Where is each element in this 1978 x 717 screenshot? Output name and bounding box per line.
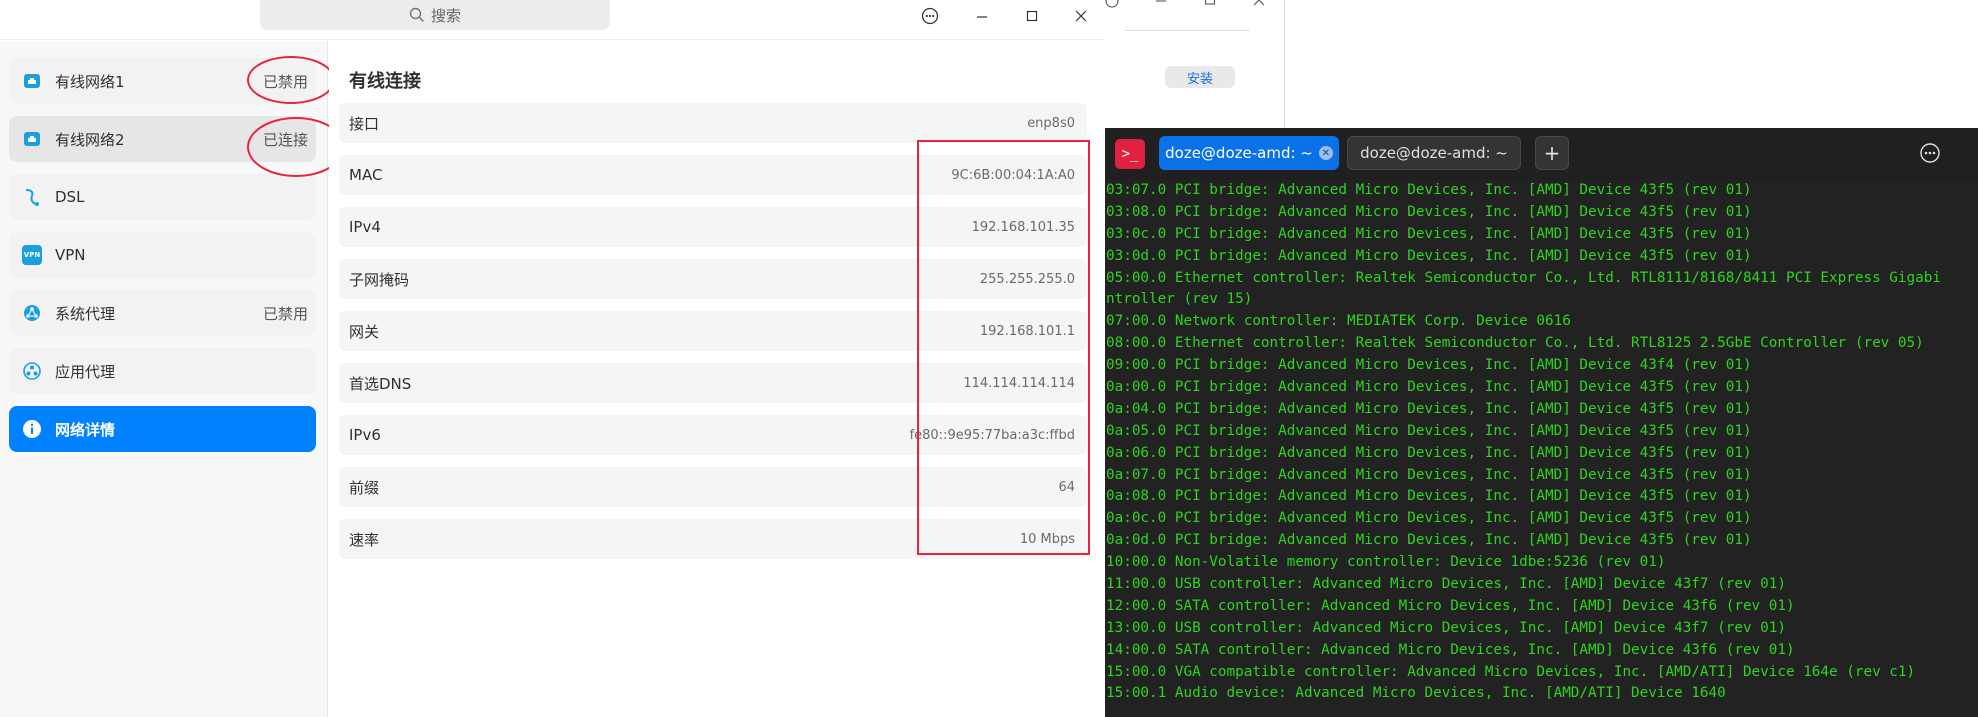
divider [1125, 30, 1250, 31]
terminal-line: 03:07.0 PCI bridge: Advanced Micro Devic… [1106, 182, 1752, 198]
terminal-line: ntroller (rev 15) [1106, 291, 1253, 308]
system-proxy-icon [21, 302, 43, 324]
search-placeholder: 搜索 [430, 6, 461, 25]
sidebar-item-label: 有线网络1 [55, 72, 125, 91]
maximize-icon [1026, 10, 1038, 22]
sidebar-item-network-details[interactable]: 网络详情 [9, 406, 316, 452]
sidebar-item-system-proxy[interactable]: 系统代理 已禁用 [9, 290, 316, 336]
detail-key: 接口 [349, 114, 380, 133]
terminal-tab[interactable]: doze@doze-amd: ~ [1347, 136, 1521, 170]
sidebar-item-label: DSL [55, 188, 85, 206]
terminal-line: 14:00.0 SATA controller: Advanced Micro … [1106, 641, 1795, 658]
search-box[interactable]: 搜索 [260, 0, 610, 30]
plus-icon: + [1543, 141, 1561, 165]
annotation-circle-disabled [247, 56, 335, 104]
minimize-icon[interactable] [1154, 0, 1168, 8]
terminal-app-icon: >_ [1115, 139, 1145, 169]
annotation-rectangle [917, 140, 1090, 555]
detail-key: IPv6 [349, 426, 381, 444]
sidebar-item-vpn[interactable]: VPN VPN [9, 232, 316, 278]
terminal-line: 15:00.1 Audio device: Advanced Micro Dev… [1106, 685, 1726, 702]
terminal-line: 0a:06.0 PCI bridge: Advanced Micro Devic… [1106, 444, 1752, 461]
sidebar-item-label: 网络详情 [55, 420, 116, 439]
terminal-line: 0a:0c.0 PCI bridge: Advanced Micro Devic… [1106, 510, 1752, 527]
detail-key: MAC [349, 166, 383, 184]
sidebar-item-label: 应用代理 [55, 362, 116, 381]
close-icon [1075, 10, 1087, 22]
detail-key: IPv4 [349, 218, 381, 236]
terminal-line: 10:00.0 Non-Volatile memory controller: … [1106, 554, 1666, 571]
terminal-line: 05:00.0 Ethernet controller: Realtek Sem… [1106, 269, 1941, 286]
minimize-icon [977, 16, 987, 18]
terminal-line: 15:00.0 VGA compatible controller: Advan… [1106, 663, 1916, 680]
terminal-line: 0a:00.0 PCI bridge: Advanced Micro Devic… [1106, 379, 1752, 396]
new-tab-button[interactable]: + [1535, 136, 1569, 170]
wired-network-icon [21, 128, 43, 150]
terminal-line: 0a:05.0 PCI bridge: Advanced Micro Devic… [1106, 422, 1752, 439]
close-button[interactable] [1066, 4, 1096, 28]
minimize-button[interactable] [967, 4, 997, 28]
sidebar-item-app-proxy[interactable]: 应用代理 [9, 348, 316, 394]
terminal-line: 03:0c.0 PCI bridge: Advanced Micro Devic… [1106, 225, 1752, 242]
network-settings-window: 搜索 有线网络1 已禁用 有线网络2 已连接 DSL VPN VPN 系统代理 … [0, 0, 1105, 717]
detail-key: 速率 [349, 530, 380, 549]
more-icon [921, 7, 939, 25]
tab-label: doze@doze-amd: ~ [1165, 144, 1313, 162]
dsl-icon [21, 186, 43, 208]
detail-key: 网关 [349, 322, 380, 341]
terminal-line: 0a:04.0 PCI bridge: Advanced Micro Devic… [1106, 400, 1752, 417]
terminal-tab-active[interactable]: doze@doze-amd: ~ ✕ [1159, 136, 1339, 170]
detail-row-interface: 接口 enp8s0 [339, 103, 1087, 143]
terminal-line: 03:0d.0 PCI bridge: Advanced Micro Devic… [1106, 247, 1752, 264]
terminal-line: 11:00.0 USB controller: Advanced Micro D… [1106, 576, 1786, 593]
sidebar-item-dsl[interactable]: DSL [9, 174, 316, 220]
tab-close-icon[interactable]: ✕ [1318, 146, 1333, 160]
sidebar-item-label: VPN [55, 246, 86, 264]
terminal-window[interactable]: >_ doze@doze-amd: ~ ✕ doze@doze-amd: ~ +… [1105, 128, 1978, 717]
titlebar: 搜索 [0, 0, 1105, 40]
page-title: 有线连接 [349, 71, 421, 92]
more-options-button[interactable] [915, 4, 945, 28]
search-icon [409, 7, 425, 23]
status-text: 已禁用 [262, 304, 308, 323]
terminal-line: 09:00.0 PCI bridge: Advanced Micro Devic… [1106, 357, 1752, 374]
info-icon [21, 418, 43, 440]
terminal-output: 03:07.0 PCI bridge: Advanced Micro Devic… [1106, 180, 1978, 705]
app-proxy-icon [21, 360, 43, 382]
detail-key: 首选DNS [349, 374, 412, 393]
terminal-line: 07:00.0 Network controller: MEDIATEK Cor… [1106, 313, 1571, 330]
wired-network-icon [21, 70, 43, 92]
background-window: 安装 [1105, 0, 1285, 128]
vpn-icon-badge: VPN [22, 245, 42, 265]
maximize-button[interactable] [1017, 4, 1047, 28]
vpn-icon: VPN [21, 244, 43, 266]
terminal-line: 0a:0d.0 PCI bridge: Advanced Micro Devic… [1106, 532, 1752, 549]
install-button[interactable]: 安装 [1165, 66, 1235, 88]
detail-key: 子网掩码 [349, 270, 410, 289]
sidebar-item-label: 有线网络2 [55, 130, 125, 149]
maximize-icon[interactable] [1203, 0, 1217, 8]
terminal-menu-icon[interactable] [1919, 142, 1941, 164]
sidebar-item-label: 系统代理 [55, 304, 116, 323]
terminal-titlebar: >_ doze@doze-amd: ~ ✕ doze@doze-amd: ~ + [1105, 128, 1978, 180]
terminal-line: 0a:08.0 PCI bridge: Advanced Micro Devic… [1106, 488, 1752, 505]
tab-label: doze@doze-amd: ~ [1360, 144, 1508, 162]
terminal-line: 12:00.0 SATA controller: Advanced Micro … [1106, 597, 1795, 614]
detail-key: 前缀 [349, 478, 380, 497]
more-icon [1105, 0, 1119, 8]
terminal-line: 0a:07.0 PCI bridge: Advanced Micro Devic… [1106, 466, 1752, 483]
terminal-line: 03:08.0 PCI bridge: Advanced Micro Devic… [1106, 203, 1752, 220]
detail-value: enp8s0 [1027, 115, 1075, 131]
terminal-line: 13:00.0 USB controller: Advanced Micro D… [1106, 619, 1786, 636]
close-icon[interactable] [1252, 0, 1266, 8]
terminal-line: 08:00.0 Ethernet controller: Realtek Sem… [1106, 335, 1924, 352]
